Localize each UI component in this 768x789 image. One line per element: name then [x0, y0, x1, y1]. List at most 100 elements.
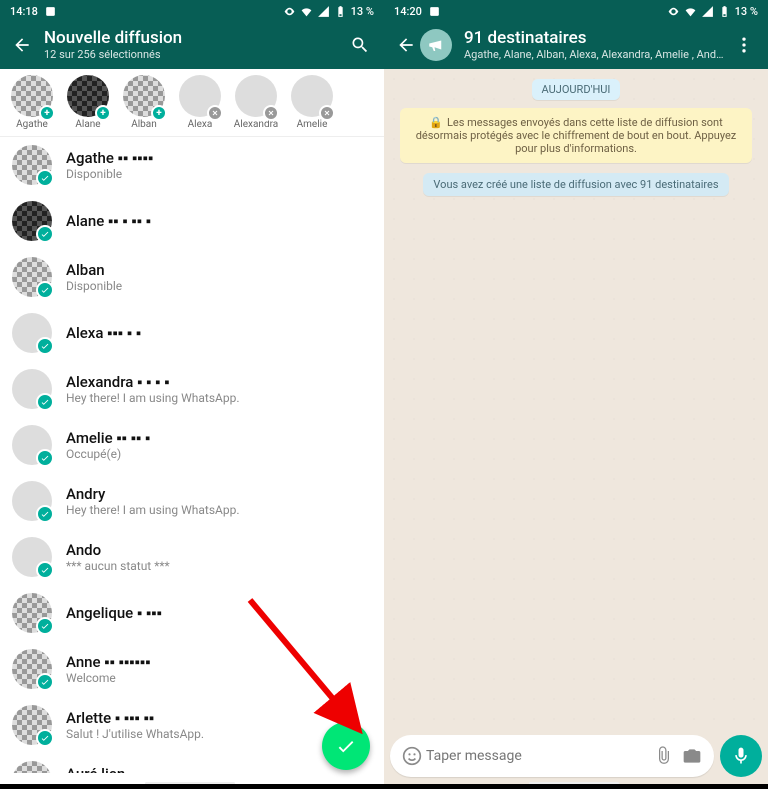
attach-icon — [654, 746, 674, 766]
remove-chip-icon[interactable] — [263, 105, 279, 121]
arrow-back-icon — [396, 35, 416, 55]
mic-icon — [731, 746, 751, 766]
contact-name: Andry — [66, 485, 372, 503]
signal-icon — [701, 5, 714, 18]
contact-row[interactable]: Alane ▪▪ ▪ ▪▪ ▪ — [0, 193, 384, 249]
wifi-icon — [300, 5, 313, 18]
selected-check-icon — [36, 281, 54, 299]
emoji-icon — [402, 746, 422, 766]
search-icon — [350, 35, 370, 55]
contact-status: Hey there! I am using WhatsApp. — [66, 391, 372, 405]
contact-name: Alexandra ▪ ▪ ▪ ▪ — [66, 373, 372, 391]
battery-pct: 13 % — [735, 5, 758, 18]
contact-name: Alane ▪▪ ▪ ▪▪ ▪ — [66, 212, 372, 230]
broadcast-avatar[interactable] — [420, 29, 452, 61]
contact-row[interactable]: Agathe ▪▪ ▪▪▪▪Disponible — [0, 137, 384, 193]
attach-button[interactable] — [650, 746, 678, 766]
remove-chip-icon[interactable] — [207, 105, 223, 121]
chat-header[interactable]: 91 destinataires Agathe, Alane, Alban, A… — [456, 28, 728, 61]
page-title: Nouvelle diffusion — [44, 28, 344, 48]
contact-status: Occupé(e) — [66, 447, 372, 461]
battery-icon — [718, 5, 731, 18]
contact-name: Auré lien — [66, 765, 372, 773]
added-badge-icon — [39, 105, 55, 121]
eye-icon — [667, 5, 680, 18]
signal-icon — [317, 5, 330, 18]
selected-chip[interactable]: Agathe — [4, 75, 60, 130]
selected-chip[interactable]: Amelie — [284, 75, 340, 130]
status-indicators: 13 % — [667, 5, 758, 18]
selected-check-icon — [36, 393, 54, 411]
selected-chips: AgatheAlaneAlbanAlexaAlexandraAmelie — [0, 69, 384, 137]
chip-label: Alexa — [172, 119, 228, 130]
contact-list[interactable]: Agathe ▪▪ ▪▪▪▪Disponible Alane ▪▪ ▪ ▪▪ ▪ A… — [0, 137, 384, 773]
contact-status: *** aucun statut *** — [66, 559, 372, 573]
selected-chip[interactable]: Alexa — [172, 75, 228, 130]
selected-check-icon — [36, 169, 54, 187]
battery-icon — [334, 5, 347, 18]
chip-label: Alane — [60, 119, 116, 130]
composer — [390, 734, 762, 778]
remove-chip-icon[interactable] — [319, 105, 335, 121]
contact-name: Alexa ▪▪▪ ▪ ▪ — [66, 324, 372, 342]
camera-button[interactable] — [678, 746, 706, 766]
camera-icon — [682, 746, 702, 766]
contact-name: Amelie ▪▪ ▪▪ ▪ — [66, 429, 372, 447]
back-button[interactable] — [392, 31, 420, 59]
back-button[interactable] — [8, 31, 36, 59]
selected-check-icon — [36, 505, 54, 523]
selected-check-icon — [36, 337, 54, 355]
chat-body[interactable]: AUJOURD'HUI 🔒Les messages envoyés dans c… — [384, 69, 768, 721]
chat-title: 91 destinataires — [464, 28, 728, 48]
contact-status: Disponible — [66, 167, 372, 181]
selected-check-icon — [36, 449, 54, 467]
contact-name: Anne ▪▪ ▪▪▪▪▪▪ — [66, 653, 372, 671]
battery-pct: 13 % — [351, 5, 374, 18]
contact-name: Alban — [66, 261, 372, 279]
contact-row[interactable]: Amelie ▪▪ ▪▪ ▪Occupé(e) — [0, 417, 384, 473]
lock-icon: 🔒 — [429, 116, 443, 129]
clock: 14:20 — [394, 5, 422, 18]
contact-row[interactable]: AlbanDisponible — [0, 249, 384, 305]
confirm-fab[interactable] — [322, 722, 370, 770]
chat-subtitle: Agathe, Alane, Alban, Alexa, Alexandra, … — [464, 48, 728, 61]
status-bar: 14:18 13 % — [0, 0, 384, 22]
contact-row[interactable]: AndryHey there! I am using WhatsApp. — [0, 473, 384, 529]
eye-icon — [283, 5, 296, 18]
chip-label: Alexandra — [228, 119, 284, 130]
added-badge-icon — [151, 105, 167, 121]
contact-name: Arlette ▪ ▪▪▪ ▪▪ — [66, 709, 372, 727]
message-input[interactable] — [426, 748, 650, 764]
selected-chip[interactable]: Alexandra — [228, 75, 284, 130]
app-bar: Nouvelle diffusion 12 sur 256 sélectionn… — [0, 22, 384, 69]
contact-name: Agathe ▪▪ ▪▪▪▪ — [66, 149, 372, 167]
megaphone-icon — [427, 36, 445, 54]
emoji-button[interactable] — [398, 746, 426, 766]
composer-pill — [390, 735, 714, 777]
wifi-icon — [684, 5, 697, 18]
mic-button[interactable] — [720, 735, 762, 777]
selected-chip[interactable]: Alban — [116, 75, 172, 130]
contact-status: Hey there! I am using WhatsApp. — [66, 503, 372, 517]
encryption-banner[interactable]: 🔒Les messages envoyés dans cette liste d… — [400, 108, 752, 163]
chip-label: Alban — [116, 119, 172, 130]
chip-label: Amelie — [284, 119, 340, 130]
selected-check-icon — [36, 225, 54, 243]
more-vert-icon — [734, 35, 754, 55]
search-button[interactable] — [344, 35, 376, 55]
page-subtitle: 12 sur 256 sélectionnés — [44, 48, 344, 61]
contact-row[interactable]: Ando*** aucun statut *** — [0, 529, 384, 585]
contact-row[interactable]: Alexa ▪▪▪ ▪ ▪ — [0, 305, 384, 361]
contact-name: Angelique ▪ ▪▪▪ — [66, 604, 372, 622]
selected-check-icon — [36, 561, 54, 579]
system-message: Vous avez créé une liste de diffusion av… — [423, 173, 728, 196]
contact-row[interactable]: Anne ▪▪ ▪▪▪▪▪▪Welcome — [0, 641, 384, 697]
contact-row[interactable]: Alexandra ▪ ▪ ▪ ▪Hey there! I am using W… — [0, 361, 384, 417]
menu-button[interactable] — [728, 35, 760, 55]
status-bar: 14:20 13 % — [384, 0, 768, 22]
check-icon — [335, 735, 357, 757]
date-chip: AUJOURD'HUI — [532, 79, 621, 100]
contact-row[interactable]: Angelique ▪ ▪▪▪ — [0, 585, 384, 641]
selected-chip[interactable]: Alane — [60, 75, 116, 130]
chip-label: Agathe — [4, 119, 60, 130]
